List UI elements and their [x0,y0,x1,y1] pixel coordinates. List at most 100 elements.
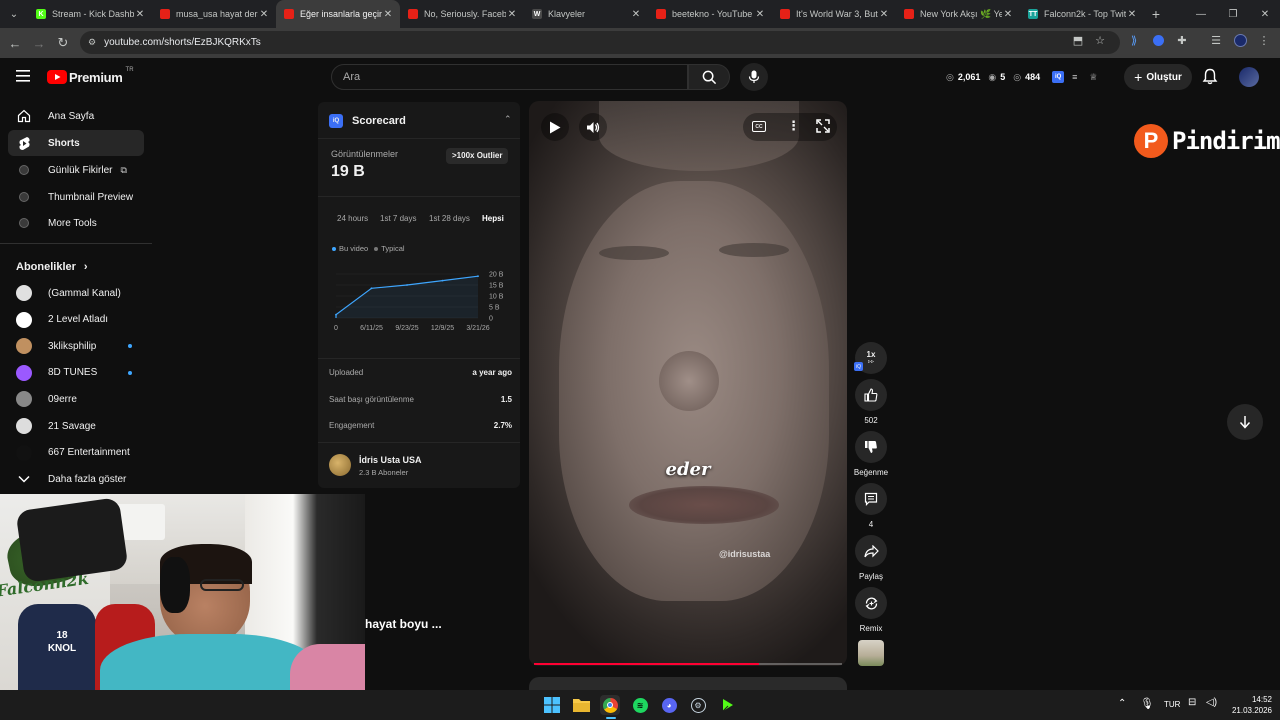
browser-tab[interactable]: It's World War 3, But ✕ [772,0,896,28]
channel-avatar[interactable] [329,454,351,476]
forward-icon[interactable]: → [26,30,52,56]
sound-thumbnail[interactable] [858,640,884,666]
tab-close-icon[interactable]: ✕ [630,9,642,20]
shorts-video-player[interactable]: CC ⋮ eder @idrisustaa [529,101,847,666]
more-options-icon[interactable]: ⋮ [787,118,800,134]
chrome-icon[interactable] [600,695,620,715]
reading-list-icon[interactable]: ☰ [1208,32,1224,48]
collapse-chevron-icon[interactable]: ⌃ [504,114,512,125]
vidiq-stats-bar[interactable]: ◎ 2,061 ◉ 5 ◎ 484 iQ ≡ ♕ [940,64,1108,90]
youtube-premium-logo[interactable]: Premium TR [47,67,134,86]
show-more-button[interactable]: Daha fazla göster [8,466,144,492]
close-window-icon[interactable]: ✕ [1250,0,1280,28]
fullscreen-icon[interactable] [816,119,830,138]
discord-icon[interactable]: ◕ [659,695,679,715]
profile-avatar[interactable] [1232,32,1248,48]
language-indicator[interactable]: TUR [1164,700,1180,709]
create-button[interactable]: + Oluştur [1124,64,1192,90]
range-24h[interactable]: 24 hours [337,214,368,223]
back-icon[interactable]: ← [2,30,28,56]
tab-close-icon[interactable]: ✕ [506,9,518,20]
arrow-down-icon [1239,416,1251,429]
search-button[interactable] [688,64,730,90]
volume-button[interactable] [579,113,607,141]
trophy-icon[interactable]: ♕ [1089,72,1097,83]
sidebar-item-thumbnail-preview[interactable]: Thumbnail Preview [8,184,144,210]
range-7d[interactable]: 1st 7 days [380,214,416,223]
network-icon[interactable]: ⊟ [1188,697,1196,708]
y-tick-label: 5 B [489,305,500,312]
windows-start-icon[interactable] [542,695,562,715]
captions-icon[interactable]: CC [752,121,766,132]
range-all[interactable]: Hepsi [482,214,504,223]
search-input[interactable]: Ara [331,64,688,90]
tray-microphone-icon[interactable]: 🎙︎ [1140,697,1154,710]
subscription-item[interactable]: 09erre [8,386,144,412]
browser-tab[interactable]: No, Seriously. Facebook✕ [400,0,524,28]
file-explorer-icon[interactable] [571,695,591,715]
tab-close-icon[interactable]: ✕ [134,9,146,20]
play-button[interactable] [541,113,569,141]
tab-search-menu[interactable]: ⌄ [0,0,28,28]
progress-track[interactable] [534,663,842,665]
channel-name[interactable]: İdris Usta USA [359,455,422,465]
new-tab-button[interactable]: + [1144,6,1168,22]
tab-close-icon[interactable]: ✕ [754,9,766,20]
subscription-item[interactable]: 21 Savage [8,413,144,439]
tab-close-icon[interactable]: ✕ [382,9,394,20]
minimize-icon[interactable]: — [1186,0,1216,28]
reload-icon[interactable]: ↻ [50,30,76,56]
subscription-item[interactable]: 667 Entertainment [8,440,144,466]
subscription-item[interactable]: 3kliksphilip [8,333,144,359]
subscriptions-header[interactable]: Abonelikler › [8,254,144,280]
dislike-button[interactable] [855,431,887,463]
range-28d[interactable]: 1st 28 days [429,214,470,223]
account-avatar[interactable] [1239,67,1259,87]
browser-tab[interactable]: New York Akşı 🌿 Yeşil✕ [896,0,1020,28]
browser-menu-icon[interactable]: ⋮ [1256,32,1272,48]
remix-button[interactable] [855,587,887,619]
install-app-icon[interactable]: ⬒ [1070,32,1086,48]
share-button[interactable] [855,535,887,567]
sidebar-item-shorts[interactable]: Shorts [8,130,144,156]
voice-search-button[interactable] [740,63,768,91]
sidebar-item-home[interactable]: Ana Sayfa [8,103,144,129]
site-info-icon[interactable]: ⚙ [88,37,96,48]
notifications-bell-icon[interactable] [1202,68,1220,86]
tray-chevron-up-icon[interactable]: ⌃ [1118,698,1126,709]
steam-icon[interactable]: ⚙ [688,695,708,715]
address-bar[interactable]: ⚙ youtube.com/shorts/EzBJKQRKxTs [80,31,1120,54]
bookmark-star-icon[interactable]: ☆ [1092,32,1108,48]
tab-close-icon[interactable]: ✕ [258,9,270,20]
vidiq-badge-icon[interactable]: iQ [1052,71,1065,83]
tab-close-icon[interactable]: ✕ [1126,9,1138,20]
maximize-icon[interactable]: ❐ [1218,0,1248,28]
browser-tab[interactable]: TT Falconn2k - Top Twitch✕ [1020,0,1144,28]
clock[interactable]: 14:52 21.03.2026 [1222,694,1272,716]
sidebar-item-more-tools[interactable]: More Tools [8,210,144,236]
comments-button[interactable] [855,483,887,515]
subscription-item[interactable]: 8D TUNES [8,360,144,386]
webcam-overlay: Falconn2k 18 KNOL [0,494,365,720]
next-video-button[interactable] [1227,404,1263,440]
subscription-item[interactable]: 2 Level Atladı [8,307,144,333]
sidebar-item-daily-ideas[interactable]: Günlük Fikirler ⧉ [8,157,144,183]
browser-tab[interactable]: K Stream - Kick Dashboard✕ [28,0,152,28]
kick-icon[interactable] [718,695,738,715]
tab-close-icon[interactable]: ✕ [1002,9,1014,20]
subscription-item[interactable]: (Gammal Kanal) [8,280,144,306]
browser-tab[interactable]: W Klavyeler ✕ [524,0,648,28]
external-link-icon: ⧉ [120,164,127,175]
browser-tab[interactable]: beetekno - YouTube ✕ [648,0,772,28]
list-icon[interactable]: ≡ [1072,72,1077,82]
menu-hamburger-icon[interactable] [16,69,32,83]
speaker-icon[interactable]: ◁) [1206,697,1217,708]
like-button[interactable] [855,379,887,411]
spotify-icon[interactable]: ≋ [630,695,650,715]
extension-vidiq-icon[interactable] [1150,32,1166,48]
extension-cast-icon[interactable]: ⟫ [1126,32,1142,48]
extensions-puzzle-icon[interactable]: ✚ [1174,32,1190,48]
tab-close-icon[interactable]: ✕ [878,9,890,20]
browser-tab[interactable]: musa_usa hayat dersi ✕ [152,0,276,28]
browser-tab[interactable]: Eğer insanlarla geçinemiyorsan✕ [276,0,400,28]
